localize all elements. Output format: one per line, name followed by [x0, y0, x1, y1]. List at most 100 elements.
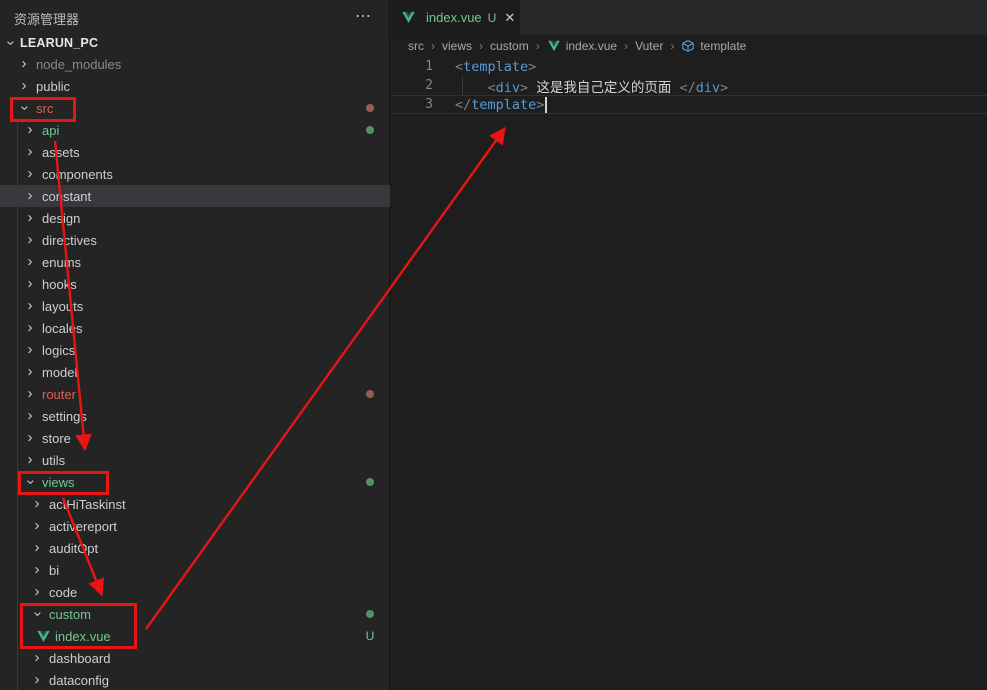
tree-item-label: public [36, 79, 70, 94]
chevron-right-icon [29, 518, 45, 534]
chevron-right-icon [22, 188, 38, 204]
more-actions-icon[interactable]: ⋯ [351, 2, 377, 30]
tree-item-enums[interactable]: enums [0, 251, 390, 273]
tree-item-api[interactable]: api [0, 119, 390, 141]
tree-item-store[interactable]: store [0, 427, 390, 449]
tree-item-label: router [42, 387, 76, 402]
tab-index-vue[interactable]: index.vue U ✕ [391, 0, 520, 35]
tree-item-hooks[interactable]: hooks [0, 273, 390, 295]
tree-item-locales[interactable]: locales [0, 317, 390, 339]
tree-item-constant[interactable]: constant [0, 185, 390, 207]
chevron-right-icon [22, 430, 38, 446]
vscode-window: 资源管理器 ⋯ LEARUN_PC node_modulespublic src a… [0, 0, 987, 690]
breadcrumb: src›views›custom›index.vue›Vuter›templat… [391, 35, 987, 57]
tree-item-label: assets [42, 145, 80, 160]
code-line-2[interactable]: 2 <div> 这是我自己定义的页面 </div> [391, 76, 987, 95]
git-added-dot [362, 603, 378, 625]
tree-item-logics[interactable]: logics [0, 339, 390, 361]
close-icon[interactable]: ✕ [504, 10, 515, 26]
tree-item-label: directives [42, 233, 97, 248]
tree-item-label: constant [42, 189, 91, 204]
tree-item-activereport[interactable]: activereport [0, 515, 390, 537]
chevron-right-icon [22, 320, 38, 336]
symbol-namespace-icon [681, 39, 695, 53]
tree-item-actHiTaskinst[interactable]: actHiTaskinst [0, 493, 390, 515]
annotation-box-3 [20, 603, 137, 649]
tree-item-code[interactable]: code [0, 581, 390, 603]
indent-guide [462, 76, 463, 95]
project-root-row[interactable]: LEARUN_PC [0, 33, 389, 53]
chevron-right-icon [22, 232, 38, 248]
tree-item-label: auditOpt [49, 541, 98, 556]
chevron-right-icon [22, 276, 38, 292]
git-added-dot [362, 471, 378, 493]
tree-item-label: node_modules [36, 57, 121, 72]
tree-item-public[interactable]: public [0, 75, 390, 97]
line-number: 3 [391, 97, 433, 112]
code-editor[interactable]: 1<template>2 <div> 这是我自己定义的页面 </div>3</t… [391, 57, 987, 114]
annotation-box-2 [18, 471, 109, 495]
git-error-dot [362, 383, 378, 405]
chevron-right-icon [22, 166, 38, 182]
crumb-Vuter[interactable]: Vuter [635, 39, 663, 53]
crumb-template[interactable]: template [681, 39, 746, 53]
chevron-right-icon [16, 56, 32, 72]
tree-item-model[interactable]: model [0, 361, 390, 383]
file-tree: node_modulespublicsrcapiassetscomponents… [0, 53, 390, 690]
tree-item-label: hooks [42, 277, 77, 292]
tree-item-label: api [42, 123, 59, 138]
chevron-right-icon [22, 254, 38, 270]
tree-item-label: code [49, 585, 77, 600]
chevron-right-icon [29, 672, 45, 688]
tree-item-directives[interactable]: directives [0, 229, 390, 251]
chevron-right-icon [22, 452, 38, 468]
chevron-right-icon [22, 144, 38, 160]
tree-item-dataconfig[interactable]: dataconfig [0, 669, 390, 690]
tree-item-components[interactable]: components [0, 163, 390, 185]
tree-item-assets[interactable]: assets [0, 141, 390, 163]
chevron-right-icon [29, 584, 45, 600]
crumb-views[interactable]: views [442, 39, 472, 53]
tree-item-auditOpt[interactable]: auditOpt [0, 537, 390, 559]
annotation-box-1 [10, 97, 76, 122]
tree-item-node_modules[interactable]: node_modules [0, 53, 390, 75]
chevron-right-icon [29, 496, 45, 512]
chevron-right-icon [22, 364, 38, 380]
chevron-right-icon [22, 408, 38, 424]
git-error-dot [362, 97, 378, 119]
git-untracked-badge: U [362, 625, 378, 647]
chevron-down-icon [2, 35, 18, 51]
code-line-1[interactable]: 1<template> [391, 57, 987, 76]
tree-item-label: dashboard [49, 651, 110, 666]
tree-item-dashboard[interactable]: dashboard [0, 647, 390, 669]
editor-area: index.vue U ✕ src›views›custom›index.vue… [391, 0, 987, 690]
chevron-right-icon [22, 342, 38, 358]
tree-item-label: components [42, 167, 113, 182]
tree-item-label: activereport [49, 519, 117, 534]
chevron-right-icon [22, 122, 38, 138]
tree-item-design[interactable]: design [0, 207, 390, 229]
code-line-3[interactable]: 3</template> [391, 95, 987, 114]
tree-item-label: layouts [42, 299, 83, 314]
tree-item-utils[interactable]: utils [0, 449, 390, 471]
project-root-label: LEARUN_PC [20, 36, 98, 50]
text-cursor [545, 97, 547, 113]
tree-item-label: settings [42, 409, 87, 424]
tree-item-settings[interactable]: settings [0, 405, 390, 427]
explorer-header: 资源管理器 ⋯ [0, 0, 389, 33]
tree-item-router[interactable]: router [0, 383, 390, 405]
editor-tab-bar: index.vue U ✕ [391, 0, 987, 35]
vue-logo-icon [401, 10, 416, 25]
crumb-custom[interactable]: custom [490, 39, 529, 53]
crumb-index-vue[interactable]: index.vue [547, 39, 617, 53]
crumb-src[interactable]: src [408, 39, 424, 53]
tree-item-label: dataconfig [49, 673, 109, 688]
tree-item-label: bi [49, 563, 59, 578]
chevron-right-icon: › [431, 39, 435, 53]
chevron-right-icon: › [670, 39, 674, 53]
tree-item-bi[interactable]: bi [0, 559, 390, 581]
tree-item-label: enums [42, 255, 81, 270]
git-added-dot [362, 119, 378, 141]
tree-item-layouts[interactable]: layouts [0, 295, 390, 317]
chevron-right-icon [29, 540, 45, 556]
